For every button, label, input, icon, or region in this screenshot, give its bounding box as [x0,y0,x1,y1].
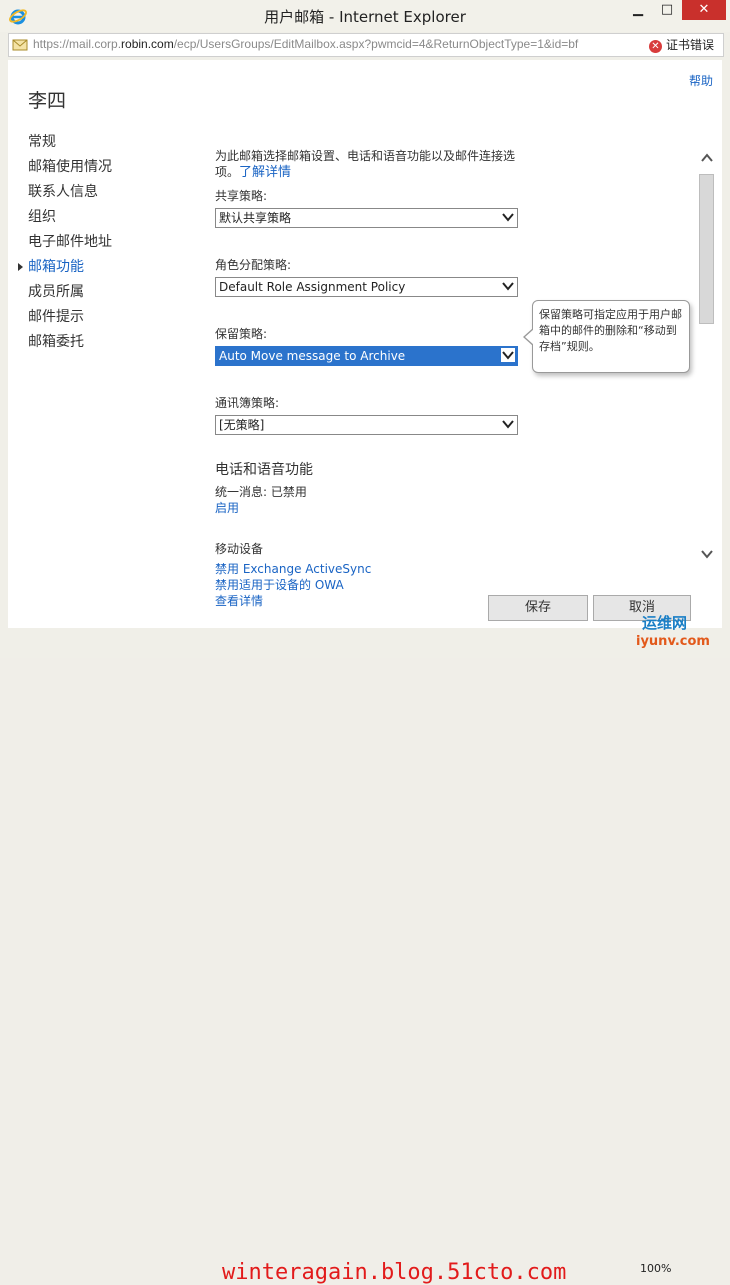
watermark-text: winteragain.blog.51cto.com [222,1260,567,1285]
address-bar[interactable]: https://mail.corp.robin.com/ecp/UsersGro… [8,33,724,57]
addressbook-policy-label: 通讯簿策略: [215,396,280,410]
retention-policy-value: Auto Move message to Archive [219,349,406,363]
scroll-thumb[interactable] [699,174,714,324]
chevron-down-icon [501,348,515,362]
page-title: 李四 [28,90,67,112]
nav-item-mailbox-features[interactable]: 邮箱功能 [18,255,112,280]
addressbook-policy-value: [无策略] [219,418,265,432]
left-nav: 常规 邮箱使用情况 联系人信息 组织 电子邮件地址 邮箱功能 成员所属 邮件提示… [18,130,112,355]
chevron-down-icon [501,417,515,431]
nav-item-email-address[interactable]: 电子邮件地址 [28,230,112,255]
addressbook-policy-select[interactable]: [无策略] [215,415,518,435]
maximize-button[interactable]: □ [652,0,682,20]
address-url[interactable]: https://mail.corp.robin.com/ecp/UsersGro… [33,37,653,51]
role-policy-label: 角色分配策略: [215,258,292,272]
page-mail-icon [12,37,28,51]
nav-item-mail-tip[interactable]: 邮件提示 [28,305,112,330]
scroll-down-icon[interactable] [698,548,716,564]
sharing-policy-select[interactable]: 默认共享策略 [215,208,518,228]
title-bar: 用户邮箱 - Internet Explorer ▁ □ ✕ [0,0,730,32]
retention-tooltip: 保留策略可指定应用于用户邮箱中的邮件的删除和“移动到存档”规则。 [523,300,690,373]
role-policy-select[interactable]: Default Role Assignment Policy [215,277,518,297]
role-policy-value: Default Role Assignment Policy [219,280,406,294]
window-title: 用户邮箱 - Internet Explorer [264,8,466,26]
nav-item-contact-info[interactable]: 联系人信息 [28,180,112,205]
certificate-error[interactable]: ✕ 证书错误 [649,36,714,53]
sharing-policy-label: 共享策略: [215,189,268,203]
disable-owa-link[interactable]: 禁用适用于设备的 OWA [215,577,535,593]
site-logo-text: 运维网 [642,614,688,632]
cert-error-label: 证书错误 [666,38,715,52]
chevron-down-icon [501,279,515,293]
mailbox-features-form: 为此邮箱选择邮箱设置、电话和语音功能以及邮件连接选项。了解详情 共享策略: 默认… [215,148,535,609]
intro-text: 为此邮箱选择邮箱设置、电话和语音功能以及邮件连接选项。了解详情 [215,149,516,180]
chevron-down-icon [501,210,515,224]
nav-item-member-of[interactable]: 成员所属 [28,280,112,305]
disable-activesync-link[interactable]: 禁用 Exchange ActiveSync [215,561,535,577]
phone-voice-title: 电话和语音功能 [215,462,313,478]
view-details-link[interactable]: 查看详情 [215,593,535,609]
retention-policy-label: 保留策略: [215,327,268,341]
nav-item-organization[interactable]: 组织 [28,205,112,230]
site-logo-url: iyunv.com [636,634,710,649]
zoom-level[interactable]: 100% [640,1262,671,1275]
nav-item-general[interactable]: 常规 [28,130,112,155]
cert-error-icon: ✕ [649,40,662,53]
enable-um-link[interactable]: 启用 [215,500,535,516]
vertical-scrollbar[interactable] [698,152,716,572]
learn-more-link[interactable]: 了解详情 [239,165,291,180]
close-button[interactable]: ✕ [682,0,726,20]
mobile-devices-title: 移动设备 [215,542,264,556]
retention-policy-select[interactable]: Auto Move message to Archive [215,346,518,366]
ie-window: 用户邮箱 - Internet Explorer ▁ □ ✕ https://m… [0,0,730,1285]
status-bar: winteragain.blog.51cto.com 100% [0,628,730,1285]
nav-item-mailbox-delegation[interactable]: 邮箱委托 [28,330,112,355]
scroll-up-icon[interactable] [698,152,716,168]
dialog-content: 帮助 李四 常规 邮箱使用情况 联系人信息 组织 电子邮件地址 邮箱功能 成员所… [8,60,722,628]
um-status: 统一消息: 已禁用 [215,485,307,499]
minimize-button[interactable]: ▁ [623,0,653,20]
sharing-policy-value: 默认共享策略 [219,211,292,225]
nav-item-mailbox-usage[interactable]: 邮箱使用情况 [28,155,112,180]
save-button[interactable]: 保存 [488,595,588,621]
help-link[interactable]: 帮助 [689,72,713,89]
